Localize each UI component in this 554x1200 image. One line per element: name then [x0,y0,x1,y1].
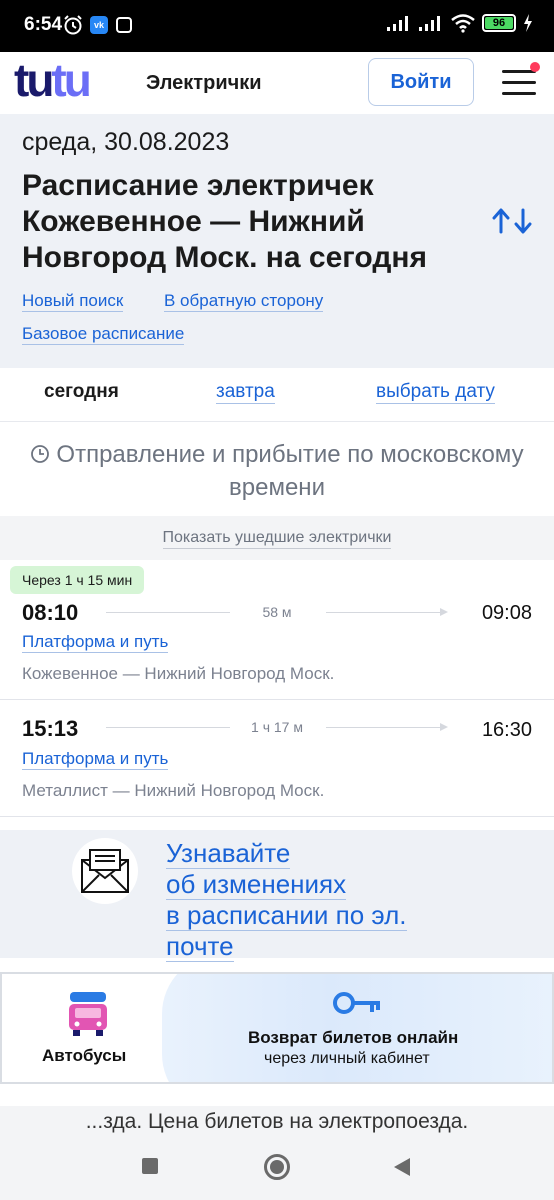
subscribe-line: в расписании по эл. [166,900,407,931]
schedule-date: среда, 30.08.2023 [22,128,230,156]
email-subscribe-block: Узнавайте об изменениях в расписании по … [0,830,554,962]
signal-icon [387,16,408,31]
page-title: Расписание электричек Кожевенное — Нижни… [22,169,427,274]
return-tickets-subtitle: через личный кабинет [264,1050,430,1067]
departure-time: 08:10 [22,600,79,625]
timezone-note: Отправление и прибытие по московскому вр… [0,422,554,516]
train-route: Кожевенное — Нижний Новгород Моск. [22,664,335,683]
platform-link[interactable]: Платформа и путь [22,632,169,653]
app-header: tutu Электрички Войти [0,52,554,114]
base-schedule-link[interactable]: Базовое расписание [22,324,185,345]
return-tickets-title: Возврат билетов онлайн [248,1028,459,1047]
route-line [326,727,440,728]
buses-label: Автобусы [42,1046,127,1065]
signal-icon [419,16,440,31]
recent-apps-button[interactable] [142,1158,158,1174]
home-button[interactable] [264,1154,290,1180]
train-route: Металлист — Нижний Новгород Моск. [22,781,325,800]
train-row[interactable]: 15:13 1 ч 17 м 16:30 Платформа и путь Ме… [0,701,554,817]
day-tabs: сегодня завтра выбрать дату [0,368,554,422]
vk-icon: vk [90,16,108,34]
battery-level: 96 [485,17,513,29]
arrival-time: 16:30 [481,719,532,741]
app-icon [116,17,132,33]
show-departed-bar: Показать ушедшие электрички [0,516,554,560]
clock-icon [31,445,50,463]
subscribe-line: об изменениях [166,869,347,900]
logo-part-1: tu [14,54,54,106]
arrival-time: 09:08 [481,602,532,624]
key-icon [333,992,380,1014]
show-departed-link[interactable]: Показать ушедшие электрички [162,528,392,549]
route-line [106,612,230,613]
tab-today[interactable]: сегодня [44,381,119,403]
notification-dot [530,62,540,72]
status-bar: 6:54 vk 96 [0,0,554,52]
status-time: 6:54 [24,14,63,35]
trip-duration: 58 м [262,604,292,620]
service-name: Электрички [146,72,262,94]
bus-icon [69,992,107,1036]
subscribe-link[interactable]: Узнавайте об изменениях в расписании по … [166,838,407,962]
charging-icon [524,14,532,32]
alarm-icon [64,15,82,35]
departure-time: 15:13 [22,716,79,741]
new-search-link[interactable]: Новый поиск [22,291,124,312]
route-line [106,727,230,728]
trip-duration: 1 ч 17 м [251,719,303,735]
search-summary: среда, 30.08.2023 Расписание электричек … [0,114,554,368]
train-row[interactable]: 08:10 58 м 09:08 Платформа и путь Кожеве… [0,584,554,700]
login-button[interactable]: Войти [368,58,474,106]
envelope-icon [81,849,129,893]
system-nav-bar [0,1134,554,1200]
tab-pick-date[interactable]: выбрать дату [376,381,495,404]
subscribe-line: Узнавайте [166,838,291,869]
back-button[interactable] [394,1158,410,1176]
reverse-direction-link[interactable]: В обратную сторону [164,291,324,312]
subscribe-line: почте [166,931,234,962]
logo-part-2: tu [51,54,91,106]
envelope-icon-container [72,838,138,904]
battery-icon: 96 [482,14,516,32]
promo-banner[interactable]: Автобусы Возврат билетов онлайн через ли… [0,972,554,1084]
timezone-note-text: Отправление и прибытие по московскому вр… [56,441,524,501]
tutu-logo[interactable]: tutu [14,57,92,103]
time-until-badge: Через 1 ч 15 мин [10,566,145,594]
platform-link[interactable]: Платформа и путь [22,749,169,770]
swap-direction-icon[interactable] [490,206,536,236]
menu-button[interactable] [502,62,540,98]
arrow-right-icon [440,608,448,616]
arrow-right-icon [440,723,448,731]
tab-tomorrow[interactable]: завтра [216,381,275,404]
route-line [326,612,440,613]
wifi-icon [451,14,475,33]
